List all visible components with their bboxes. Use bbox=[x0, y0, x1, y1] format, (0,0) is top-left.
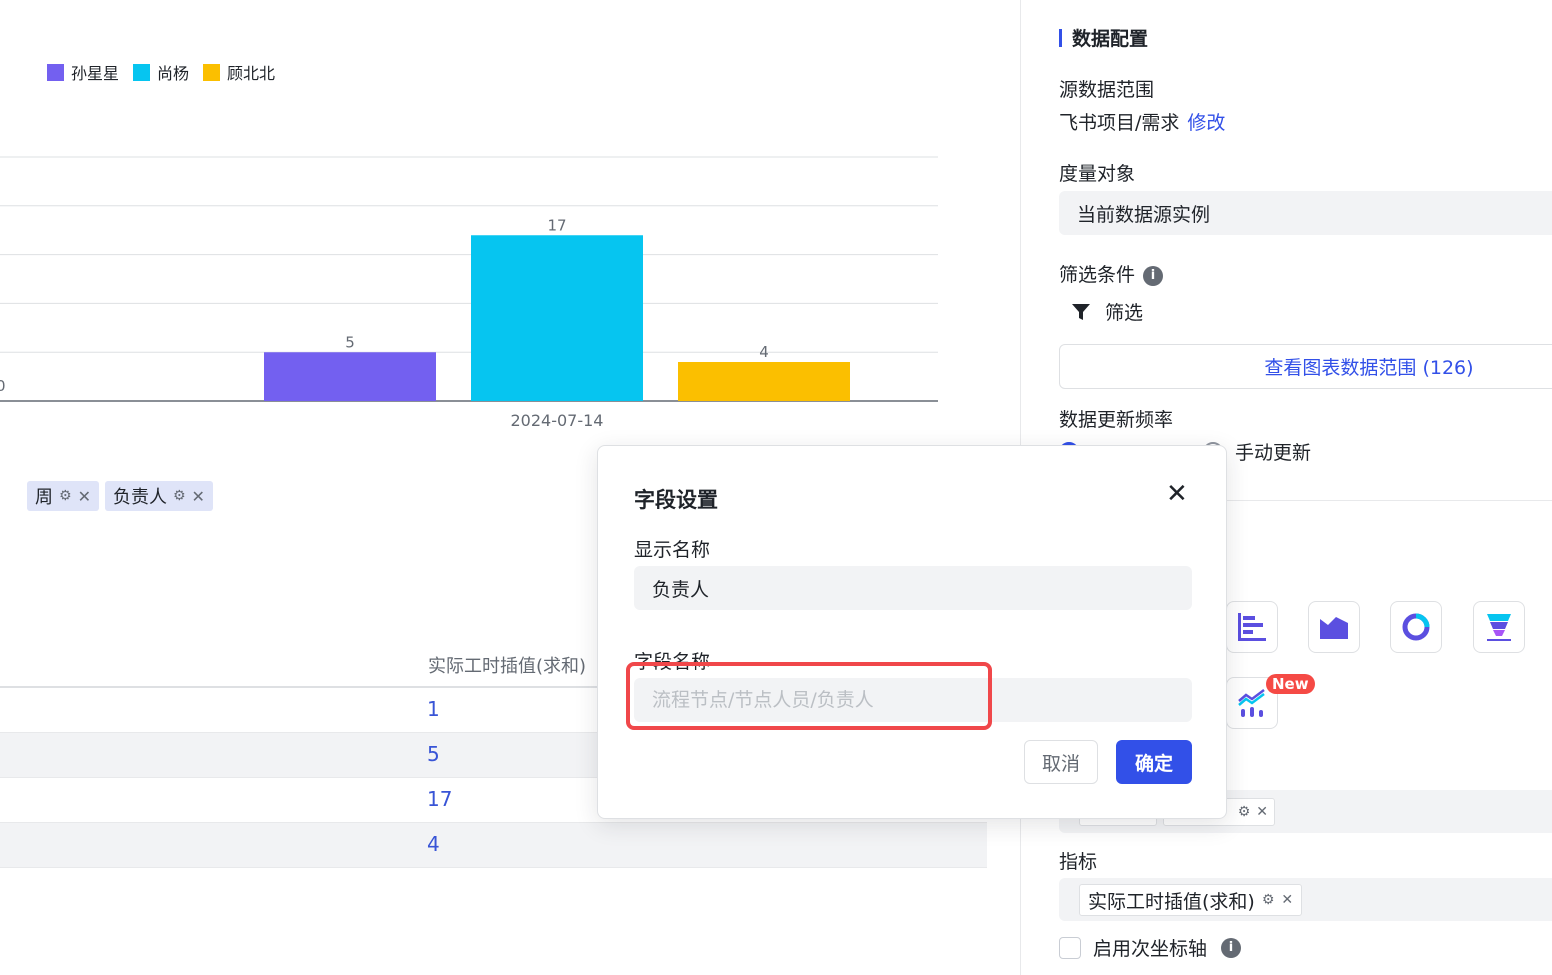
dimension-tag-week[interactable]: 周 ⚙ ✕ bbox=[27, 481, 99, 511]
gear-icon[interactable]: ⚙ bbox=[173, 488, 186, 504]
gear-icon[interactable]: ⚙ bbox=[1238, 804, 1251, 820]
table-cell[interactable]: 17 bbox=[427, 787, 452, 811]
info-icon[interactable]: i bbox=[1221, 937, 1242, 958]
close-icon[interactable]: ✕ bbox=[192, 487, 205, 506]
table-cell[interactable]: 4 bbox=[427, 832, 440, 856]
view-data-range-label: 查看图表数据范围 (126) bbox=[1264, 357, 1474, 379]
table-row: 4 bbox=[0, 823, 987, 868]
update-frequency-label: 数据更新频率 bbox=[1059, 409, 1174, 431]
legend-swatch bbox=[203, 63, 221, 81]
source-range-label: 源数据范围 bbox=[1059, 79, 1155, 101]
manual-update-label: 手动更新 bbox=[1235, 442, 1312, 464]
measure-object-value: 当前数据源实例 bbox=[1077, 203, 1211, 226]
filter-button-label: 筛选 bbox=[1105, 302, 1144, 324]
gear-icon[interactable]: ⚙ bbox=[59, 488, 72, 504]
secondary-axis-label: 启用次坐标轴 bbox=[1093, 938, 1208, 960]
bar bbox=[264, 352, 436, 401]
bar bbox=[678, 362, 850, 401]
dialog-title: 字段设置 bbox=[634, 488, 718, 512]
data-label: 4 bbox=[759, 343, 769, 361]
section-title: 数据配置 bbox=[1059, 24, 1148, 51]
metric-tag[interactable]: 实际工时插值(求和) ⚙ ✕ bbox=[1079, 884, 1303, 916]
display-name-input[interactable] bbox=[634, 566, 1192, 610]
legend-label: 孙星星 bbox=[71, 64, 120, 83]
close-icon[interactable]: ✕ bbox=[1166, 481, 1188, 507]
donut-chart-icon bbox=[1402, 613, 1430, 641]
field-name-input[interactable] bbox=[634, 678, 1192, 722]
column-header-actual-hours[interactable]: 实际工时插值(求和) bbox=[428, 652, 586, 678]
table-cell[interactable]: 5 bbox=[427, 742, 440, 766]
close-icon[interactable]: ✕ bbox=[78, 487, 91, 506]
funnel-icon bbox=[1072, 303, 1090, 320]
legend-item[interactable]: 尚杨 bbox=[133, 60, 189, 84]
chart-legend: 孙星星 尚杨 顾北北 bbox=[47, 60, 275, 84]
field-name-label: 字段名称 bbox=[634, 651, 711, 673]
secondary-axis-checkbox[interactable] bbox=[1059, 936, 1081, 959]
confirm-button[interactable]: 确定 bbox=[1116, 740, 1192, 784]
close-icon[interactable]: ✕ bbox=[1256, 804, 1268, 820]
divider bbox=[1221, 500, 1552, 501]
dimension-tag-owner[interactable]: 负责人 ⚙ ✕ bbox=[104, 481, 213, 511]
secondary-axis-row: 启用次坐标轴 i bbox=[1059, 934, 1242, 961]
modify-source-link[interactable]: 修改 bbox=[1187, 112, 1225, 134]
new-badge: New bbox=[1266, 674, 1315, 694]
data-label: 17 bbox=[547, 216, 566, 234]
section-title-text: 数据配置 bbox=[1072, 28, 1149, 50]
measure-object-label: 度量对象 bbox=[1059, 163, 1136, 185]
x-tick-label: 2024-07-14 bbox=[511, 411, 604, 430]
chart-type-donut[interactable] bbox=[1390, 601, 1442, 653]
cancel-button[interactable]: 取消 bbox=[1024, 740, 1098, 784]
close-icon[interactable]: ✕ bbox=[1281, 892, 1293, 908]
display-name-label: 显示名称 bbox=[634, 539, 711, 561]
legend-item[interactable]: 顾北北 bbox=[203, 60, 275, 84]
chart-type-horizontal-bar[interactable] bbox=[1226, 601, 1278, 653]
bar-chart: 0 5 17 4 2024-07-14 bbox=[0, 156, 938, 430]
legend-label: 尚杨 bbox=[157, 64, 190, 83]
legend-swatch bbox=[47, 63, 64, 81]
metrics-label: 指标 bbox=[1059, 851, 1098, 873]
section-accent-bar bbox=[1059, 28, 1062, 47]
table-cell[interactable]: 1 bbox=[427, 697, 440, 721]
horizontal-bar-chart-icon bbox=[1238, 613, 1266, 641]
metric-tag-label: 实际工时插值(求和) bbox=[1088, 890, 1255, 913]
chart-type-area[interactable] bbox=[1308, 601, 1360, 653]
legend-swatch bbox=[133, 63, 151, 81]
legend-label: 顾北北 bbox=[227, 64, 276, 83]
source-range-value: 飞书项目/需求 bbox=[1059, 112, 1180, 134]
source-range-row: 飞书项目/需求 修改 bbox=[1059, 108, 1225, 135]
bar bbox=[471, 235, 643, 401]
info-icon[interactable]: i bbox=[1143, 265, 1164, 286]
legend-item[interactable]: 孙星星 bbox=[47, 60, 119, 84]
y-tick-label: 0 bbox=[0, 377, 6, 395]
data-label: 5 bbox=[345, 333, 355, 351]
measure-object-select[interactable]: 当前数据源实例 bbox=[1059, 191, 1552, 235]
funnel-chart-icon bbox=[1487, 614, 1511, 641]
combo-chart-icon bbox=[1238, 689, 1265, 717]
chart-type-funnel[interactable] bbox=[1473, 601, 1525, 653]
view-data-range-button[interactable]: 查看图表数据范围 (126) bbox=[1059, 344, 1552, 389]
dimension-tag-label: 周 bbox=[35, 487, 53, 508]
gear-icon[interactable]: ⚙ bbox=[1262, 892, 1275, 908]
field-settings-dialog: 字段设置 ✕ 显示名称 字段名称 取消 确定 bbox=[597, 445, 1227, 819]
filter-label-row: 筛选条件 i bbox=[1059, 260, 1164, 287]
dimension-tag-label: 负责人 bbox=[112, 487, 167, 508]
area-chart-icon bbox=[1320, 617, 1348, 639]
filter-button[interactable]: 筛选 bbox=[1071, 298, 1143, 325]
dimension-tags: 周 ⚙ ✕ 负责人 ⚙ ✕ bbox=[27, 481, 213, 511]
filter-label: 筛选条件 bbox=[1059, 264, 1136, 286]
